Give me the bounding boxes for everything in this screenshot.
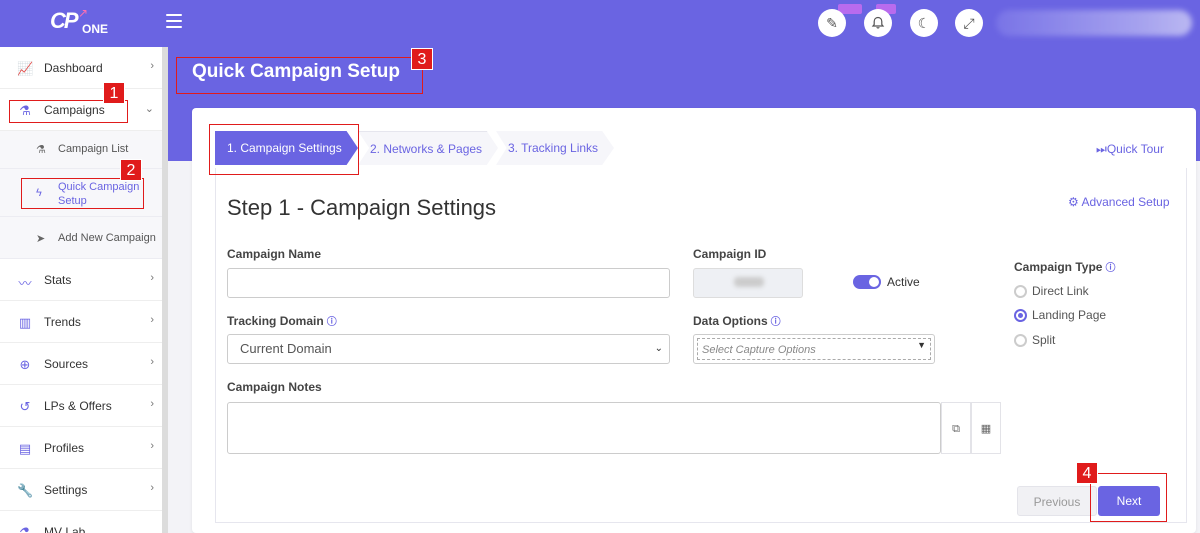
sidebar-item-dashboard[interactable]: 📈 Dashboard › — [0, 47, 162, 89]
annotation-number: 3 — [411, 48, 433, 70]
trends-icon: ▥ — [18, 315, 32, 330]
logo-suffix: ONE — [82, 22, 109, 36]
lab-icon: ⚗ — [19, 525, 31, 533]
wrench-icon: 🔧 — [17, 483, 34, 498]
hamburger-menu-icon[interactable] — [166, 14, 182, 28]
annotation-box-quick-setup — [21, 178, 144, 209]
sidebar-sub-add-new-campaign[interactable]: ➤ Add New Campaign — [0, 217, 162, 259]
annotation-box-page-title — [176, 57, 423, 94]
chevron-right-icon: › — [150, 314, 154, 326]
wizard-step-tracking-links[interactable]: 3. Tracking Links — [496, 131, 614, 165]
chevron-down-icon: ⌄ — [654, 343, 663, 354]
campaign-id-label: Campaign ID — [693, 247, 767, 261]
grid-icon[interactable]: ▦ — [971, 402, 1001, 454]
paper-plane-icon: ➤ — [36, 233, 46, 245]
bell-icon[interactable] — [864, 9, 892, 37]
tracking-domain-label: Tracking Domain ⓘ — [227, 314, 337, 328]
sidebar-sub-label: Add New Campaign — [58, 232, 156, 244]
radio-label: Landing Page — [1032, 308, 1107, 322]
logo-spark-icon: ↗ — [78, 6, 89, 20]
info-icon[interactable]: ⓘ — [1105, 263, 1115, 274]
radio-direct-link[interactable] — [1014, 285, 1027, 298]
sidebar-item-sources[interactable]: ⊕ Sources › — [0, 343, 162, 385]
campaign-name-input[interactable] — [227, 268, 670, 298]
sidebar-item-mv-lab[interactable]: ⚗ MV Lab — [0, 511, 162, 533]
clipboard-icon: ▤ — [18, 441, 32, 456]
chevron-right-icon: › — [150, 60, 154, 72]
fast-forward-icon: ⏭ — [1096, 142, 1107, 156]
sidebar-item-label: LPs & Offers — [44, 399, 112, 413]
radio-split[interactable] — [1014, 334, 1027, 347]
logo-brand: CP — [50, 8, 79, 33]
gear-icon: ⚙ — [1068, 195, 1082, 209]
sidebar-item-settings[interactable]: 🔧 Settings › — [0, 469, 162, 511]
tracking-domain-value: Current Domain — [240, 341, 332, 356]
chevron-right-icon: › — [150, 440, 154, 452]
caret-down-icon: ▼ — [917, 340, 926, 350]
copy-icon[interactable]: ⧉ — [941, 402, 971, 454]
flask-icon: ⚗ — [36, 144, 46, 156]
data-options-placeholder: Select Capture Options — [697, 338, 931, 360]
sidebar-item-label: Profiles — [44, 441, 85, 455]
campaign-name-label: Campaign Name — [227, 247, 322, 261]
advanced-setup-label: Advanced Setup — [1081, 195, 1170, 209]
sidebar-sub-label: Campaign List — [58, 143, 129, 155]
sidebar-item-profiles[interactable]: ▤ Profiles › — [0, 427, 162, 469]
annotation-number: 4 — [1076, 462, 1098, 484]
sidebar-item-label: Settings — [44, 483, 88, 497]
logo[interactable]: CP ↗ ONE — [50, 6, 120, 40]
chart-line-icon: 📈 — [17, 61, 34, 76]
radio-label: Direct Link — [1032, 284, 1089, 298]
data-options-label: Data Options ⓘ — [693, 314, 781, 328]
quick-tour-label: Quick Tour — [1106, 142, 1164, 156]
annotation-number: 1 — [103, 82, 125, 104]
sidebar-item-label: Dashboard — [44, 61, 103, 75]
active-toggle[interactable] — [853, 275, 881, 289]
annotation-number: 2 — [120, 159, 142, 181]
chevron-right-icon: › — [150, 356, 154, 368]
user-menu[interactable] — [996, 10, 1192, 36]
radio-label: Split — [1032, 333, 1056, 347]
campaign-id-field — [693, 268, 803, 298]
sidebar-item-stats[interactable]: 〰 Stats › — [0, 259, 162, 301]
sidebar-item-label: MV Lab — [44, 525, 86, 533]
top-bar: CP ↗ ONE ✎ ☾ ⤢ — [0, 0, 1200, 47]
campaign-type-label: Campaign Type ⓘ — [1014, 260, 1116, 274]
magic-wand-icon[interactable]: ✎ — [818, 9, 846, 37]
wizard-step-networks-pages[interactable]: 2. Networks & Pages — [358, 131, 498, 165]
chevron-right-icon: › — [150, 272, 154, 284]
radio-landing-page[interactable] — [1014, 309, 1027, 322]
tracking-domain-select[interactable]: Current Domain ⌄ — [227, 334, 670, 364]
data-options-select[interactable]: Select Capture Options ▼ — [693, 334, 935, 364]
annotation-box-step1 — [209, 124, 359, 175]
sidebar-item-trends[interactable]: ▥ Trends › — [0, 301, 162, 343]
history-icon: ↺ — [19, 399, 31, 414]
sidebar-item-label: Sources — [44, 357, 89, 371]
annotation-box-next — [1090, 473, 1167, 522]
sidebar-item-label: Trends — [44, 315, 81, 329]
info-icon[interactable]: ⓘ — [327, 317, 337, 328]
moon-icon[interactable]: ☾ — [910, 9, 938, 37]
expand-icon[interactable]: ⤢ — [955, 9, 983, 37]
sidebar-item-label: Stats — [44, 273, 72, 287]
chevron-right-icon: › — [150, 398, 154, 410]
advanced-setup-link[interactable]: ⚙ Advanced Setup — [1068, 195, 1170, 209]
quick-tour-link[interactable]: ⏭Quick Tour — [1096, 142, 1164, 157]
stats-icon: 〰 — [18, 276, 32, 291]
sidebar-item-lps-offers[interactable]: ↺ LPs & Offers › — [0, 385, 162, 427]
campaign-notes-label: Campaign Notes — [227, 380, 322, 394]
active-label: Active — [887, 275, 920, 289]
previous-button[interactable]: Previous — [1017, 486, 1097, 516]
step-title: Step 1 - Campaign Settings — [227, 195, 497, 220]
chevron-right-icon: › — [150, 482, 154, 494]
chevron-down-icon: ⌄ — [144, 103, 154, 115]
globe-icon: ⊕ — [19, 357, 31, 372]
info-icon[interactable]: ⓘ — [771, 317, 781, 328]
campaign-notes-textarea[interactable] — [227, 402, 941, 454]
